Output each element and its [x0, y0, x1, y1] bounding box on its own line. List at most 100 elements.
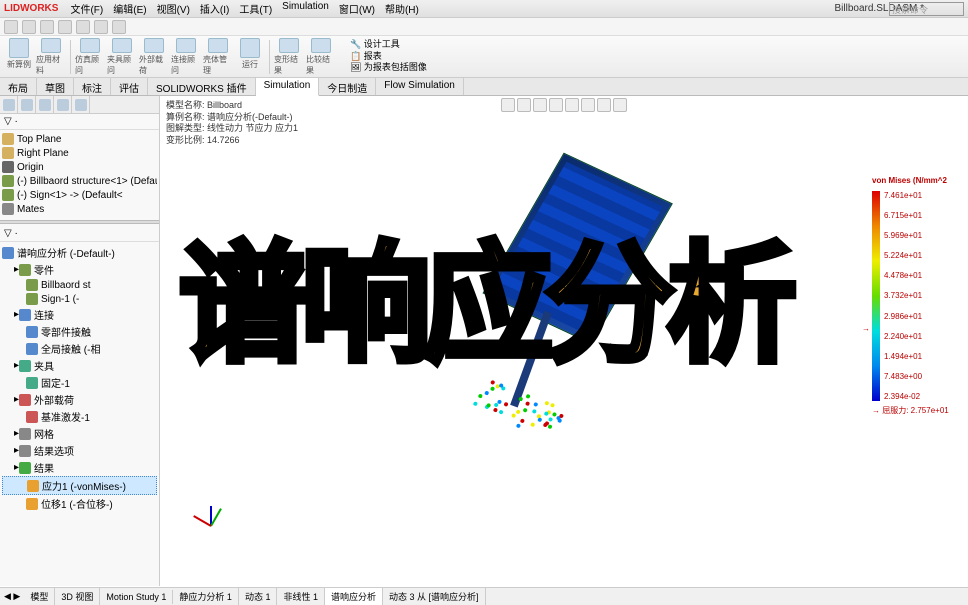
ribbon-button[interactable]: 仿真顾问 — [75, 38, 105, 76]
feature-manager: ▽ · Top PlaneRight PlaneOrigin(-) Billba… — [0, 96, 160, 586]
command-tab[interactable]: 今日制造 — [319, 78, 376, 95]
ribbon-button[interactable]: 应用材料 — [36, 38, 66, 76]
ribbon-button[interactable]: 壳体管理 — [203, 38, 233, 76]
zoom-area-icon[interactable] — [517, 98, 531, 112]
bottom-tab[interactable]: 非线性 1 — [277, 588, 325, 605]
study-child[interactable]: 全局接触 (-相 — [2, 340, 157, 357]
tab-dim[interactable] — [54, 96, 72, 114]
ribbon-button[interactable]: 连接顾问 — [171, 38, 201, 76]
command-tab[interactable]: 草图 — [37, 78, 74, 95]
command-tab[interactable]: 布局 — [0, 78, 37, 95]
ribbon-label: 新算例 — [7, 59, 31, 70]
bottom-tab[interactable]: 谱响应分析 — [325, 588, 383, 605]
rebuild-icon[interactable] — [94, 20, 108, 34]
ribbon-button[interactable]: 运行 — [235, 38, 265, 76]
ribbon-button[interactable]: 比较结果 — [306, 38, 336, 76]
report[interactable]: 📋 报表 — [350, 51, 427, 63]
filter-row[interactable]: ▽ · — [0, 114, 159, 130]
study-item[interactable]: ▸夹具 — [2, 357, 157, 374]
tree-item[interactable]: Mates — [2, 202, 157, 216]
display-style-icon[interactable] — [565, 98, 579, 112]
bottom-tab[interactable]: 动态 3 从 [谱响应分析] — [383, 588, 486, 605]
study-item[interactable]: ▸结果选项 — [2, 442, 157, 459]
part-icon — [26, 293, 38, 305]
legend-values: 7.461e+016.715e+015.969e+015.224e+014.47… — [884, 191, 922, 401]
study-child[interactable]: 零部件接触 — [2, 323, 157, 340]
command-tab[interactable]: Simulation — [256, 78, 320, 96]
title-bar: LIDWORKS 文件(F)编辑(E)视图(V)插入(I)工具(T)Simula… — [0, 0, 968, 18]
tree-item[interactable]: (-) Sign<1> -> (Default< — [2, 188, 157, 202]
command-tab[interactable]: SOLIDWORKS 插件 — [148, 78, 256, 95]
ribbon-button[interactable]: 新算例 — [4, 38, 34, 76]
result-icon — [19, 462, 31, 474]
stress-icon — [27, 480, 39, 492]
bottom-tab[interactable]: 动态 1 — [239, 588, 278, 605]
tree-item[interactable]: Right Plane — [2, 146, 157, 160]
menu-item[interactable]: 窗口(W) — [335, 0, 379, 17]
new-icon[interactable] — [4, 20, 18, 34]
mesh-icon — [19, 445, 31, 457]
study-child[interactable]: 位移1 (-合位移-) — [2, 495, 157, 512]
zoom-fit-icon[interactable] — [501, 98, 515, 112]
study-child[interactable]: Sign-1 (- — [2, 292, 157, 306]
study-item[interactable]: ▸外部载荷 — [2, 391, 157, 408]
open-icon[interactable] — [22, 20, 36, 34]
prev-view-icon[interactable] — [533, 98, 547, 112]
ribbon-label: 仿真顾问 — [75, 54, 105, 76]
hide-show-icon[interactable] — [581, 98, 595, 112]
scene-icon[interactable] — [597, 98, 611, 112]
billboard-mesh — [482, 153, 672, 345]
menu-item[interactable]: 插入(I) — [196, 0, 233, 17]
study-item[interactable]: ▸连接 — [2, 306, 157, 323]
view-orient-icon[interactable] — [613, 98, 627, 112]
tree-item[interactable]: Top Plane — [2, 132, 157, 146]
tab-config[interactable] — [36, 96, 54, 114]
undo-icon[interactable] — [76, 20, 90, 34]
menu-item[interactable]: Simulation — [278, 0, 333, 17]
coordinate-triad[interactable] — [190, 506, 230, 546]
study-item[interactable]: ▸网格 — [2, 425, 157, 442]
ribbon-button[interactable]: 外部载荷 — [139, 38, 169, 76]
graphics-viewport[interactable]: 模型名称: Billboard算例名称: 谱响应分析(-Default-)图解类… — [160, 96, 968, 586]
tree-splitter[interactable] — [0, 220, 159, 224]
fea-model — [426, 130, 703, 443]
study-child[interactable]: Billbaord st — [2, 278, 157, 292]
tab-property[interactable] — [18, 96, 36, 114]
study-root[interactable]: 谱响应分析 (-Default-) — [2, 244, 157, 261]
menu-item[interactable]: 帮助(H) — [381, 0, 423, 17]
menu-item[interactable]: 编辑(E) — [109, 0, 150, 17]
print-icon[interactable] — [58, 20, 72, 34]
command-tab[interactable]: Flow Simulation — [376, 78, 464, 95]
color-legend[interactable]: von Mises (N/mm^2 7.461e+016.715e+015.96… — [872, 176, 962, 416]
section-icon[interactable] — [549, 98, 563, 112]
design-tools[interactable]: 🔧 设计工具 — [350, 39, 427, 51]
tab-feature-tree[interactable] — [0, 96, 18, 114]
command-tab[interactable]: 标注 — [74, 78, 111, 95]
study-child[interactable]: 基准激发-1 — [2, 408, 157, 425]
bottom-tab[interactable]: 模型 — [24, 588, 55, 605]
options-icon[interactable] — [112, 20, 126, 34]
tree-item[interactable]: (-) Billbaord structure<1> (Defau — [2, 174, 157, 188]
study-child[interactable]: 应力1 (-vonMises-) — [2, 476, 157, 495]
study-filter[interactable]: ▽ · — [0, 226, 159, 242]
bottom-tab[interactable]: 静应力分析 1 — [173, 588, 239, 605]
tab-display[interactable] — [72, 96, 90, 114]
study-child[interactable]: 固定-1 — [2, 374, 157, 391]
tree-item[interactable]: Origin — [2, 160, 157, 174]
menu-item[interactable]: 视图(V) — [153, 0, 194, 17]
save-icon[interactable] — [40, 20, 54, 34]
bottom-tab[interactable]: 3D 视图 — [55, 588, 100, 605]
ribbon-button[interactable]: 夹具顾问 — [107, 38, 137, 76]
include-image[interactable]: 🖼 为报表包括图像 — [350, 62, 427, 74]
study-item[interactable]: ▸零件 — [2, 261, 157, 278]
command-tab[interactable]: 评估 — [111, 78, 148, 95]
bottom-tab[interactable]: Motion Study 1 — [100, 590, 173, 604]
ribbon-icon — [112, 38, 132, 53]
study-item[interactable]: ▸结果 — [2, 459, 157, 476]
menu-item[interactable]: 工具(T) — [235, 0, 276, 17]
search-input[interactable]: 搜索命令 — [889, 2, 964, 16]
part-icon — [26, 279, 38, 291]
ribbon-label: 比较结果 — [306, 54, 336, 76]
menu-item[interactable]: 文件(F) — [66, 0, 107, 17]
ribbon-button[interactable]: 变形结果 — [274, 38, 304, 76]
